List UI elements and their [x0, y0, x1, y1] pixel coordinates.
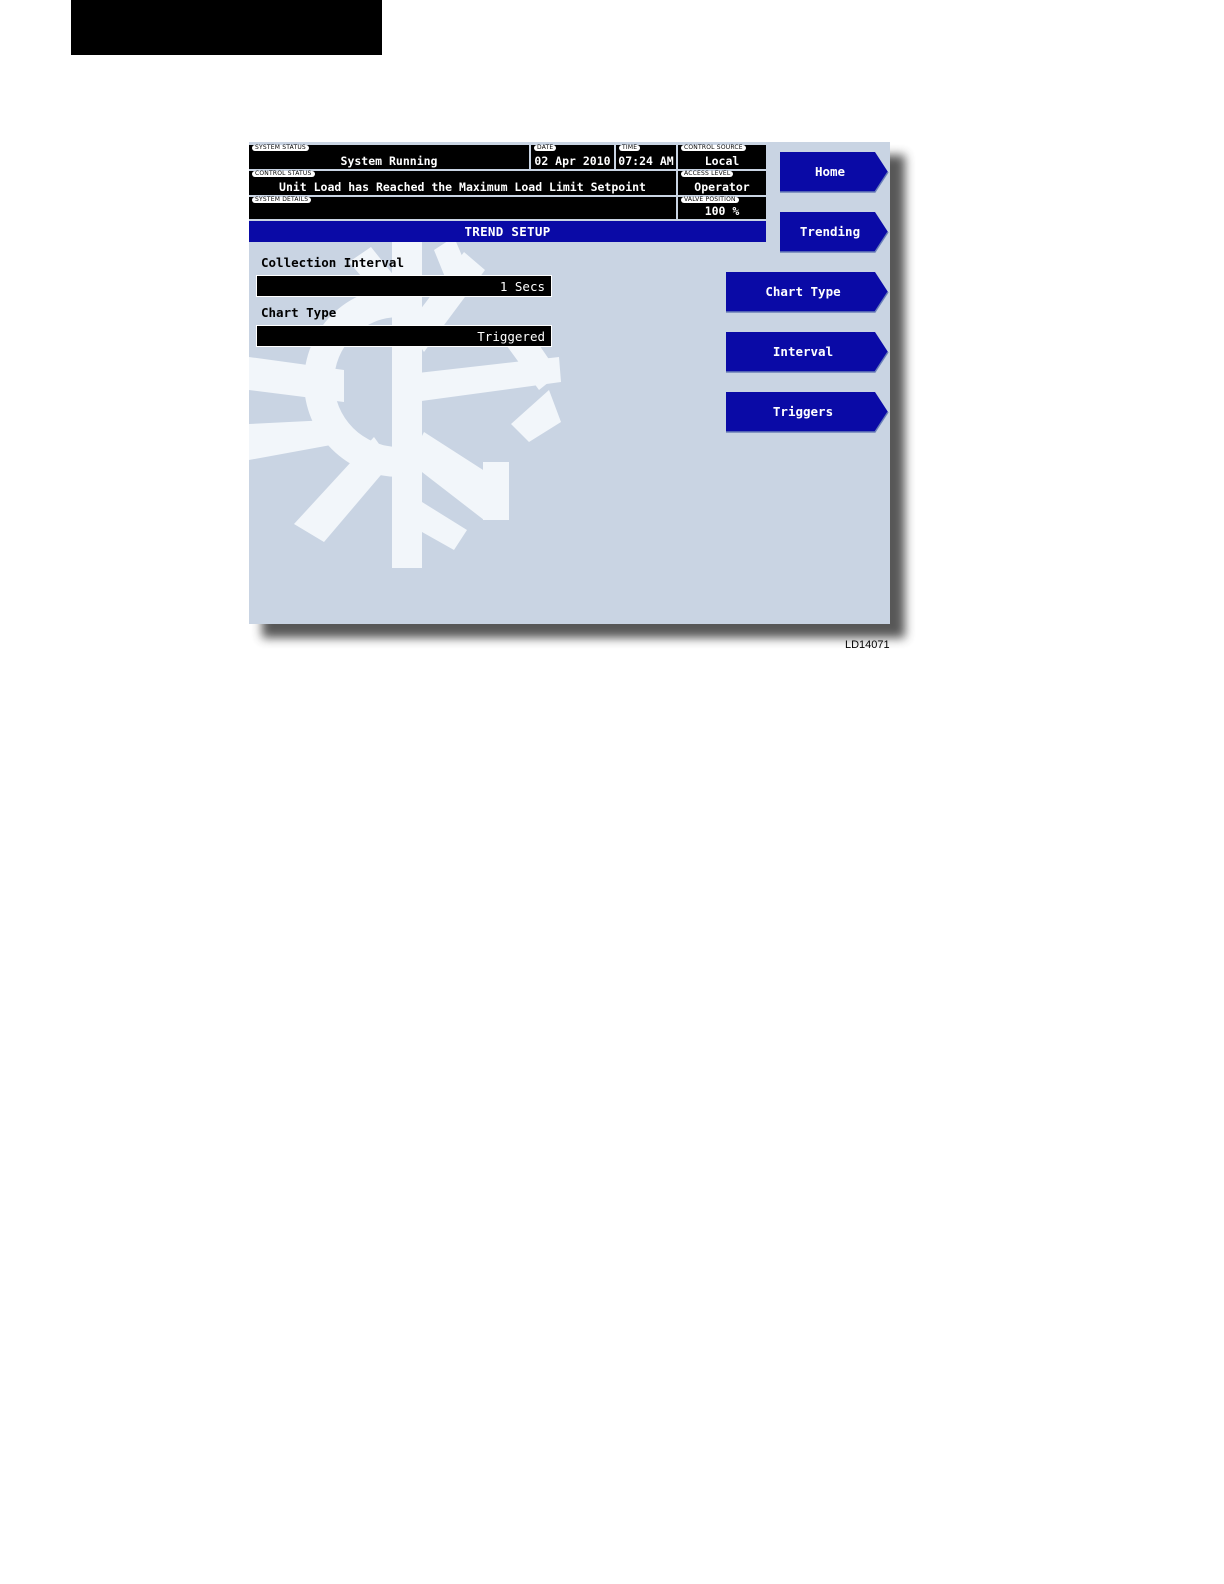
chart-type-button-label: Chart Type [765, 284, 841, 299]
system-details-panel: SYSTEM DETAILS [249, 197, 676, 219]
home-button-label: Home [814, 164, 846, 179]
date-caption: DATE [534, 145, 557, 151]
valve-position-caption: VALVE POSITION [681, 197, 739, 203]
control-source-value: Local [704, 154, 740, 168]
chart-type-button[interactable]: Chart Type [726, 272, 890, 314]
figure-id: LD14071 [845, 639, 890, 651]
valve-position-value: 100 % [704, 204, 740, 218]
corner-tab [71, 0, 382, 55]
valve-position-panel: VALVE POSITION 100 % [678, 197, 766, 219]
system-status-value: System Running [340, 154, 438, 168]
time-value: 07:24 AM [618, 154, 674, 168]
interval-button-label: Interval [772, 344, 834, 359]
time-caption: TIME [619, 145, 641, 151]
access-level-value: Operator [694, 180, 750, 194]
trending-button-label: Trending [799, 224, 861, 239]
control-source-caption: CONTROL SOURCE [681, 145, 746, 151]
triggers-button-label: Triggers [772, 404, 834, 419]
trending-button[interactable]: Trending [780, 212, 890, 254]
system-status-caption: SYSTEM STATUS [252, 145, 309, 151]
access-level-caption: ACCESS LEVEL [681, 171, 734, 177]
system-details-caption: SYSTEM DETAILS [252, 197, 312, 203]
access-level-panel: ACCESS LEVEL Operator [678, 171, 766, 195]
collection-interval-label: Collection Interval [261, 255, 404, 270]
page-title: TREND SETUP [249, 221, 766, 242]
date-value: 02 Apr 2010 [534, 154, 611, 168]
triggers-button[interactable]: Triggers [726, 392, 890, 434]
time-panel: TIME 07:24 AM [616, 145, 676, 169]
interval-button[interactable]: Interval [726, 332, 890, 374]
control-status-panel: CONTROL STATUS Unit Load has Reached the… [249, 171, 676, 195]
control-status-caption: CONTROL STATUS [252, 171, 315, 177]
panel-screen: SYSTEM STATUS System Running DATE 02 Apr… [249, 142, 890, 624]
control-source-panel: CONTROL SOURCE Local [678, 145, 766, 169]
control-status-value: Unit Load has Reached the Maximum Load L… [279, 180, 646, 194]
system-status-panel: SYSTEM STATUS System Running [249, 145, 529, 169]
chart-type-field[interactable]: Triggered [256, 325, 552, 347]
home-button[interactable]: Home [780, 152, 890, 194]
chart-type-label: Chart Type [261, 305, 337, 320]
collection-interval-field[interactable]: 1 Secs [256, 275, 552, 297]
date-panel: DATE 02 Apr 2010 [531, 145, 614, 169]
